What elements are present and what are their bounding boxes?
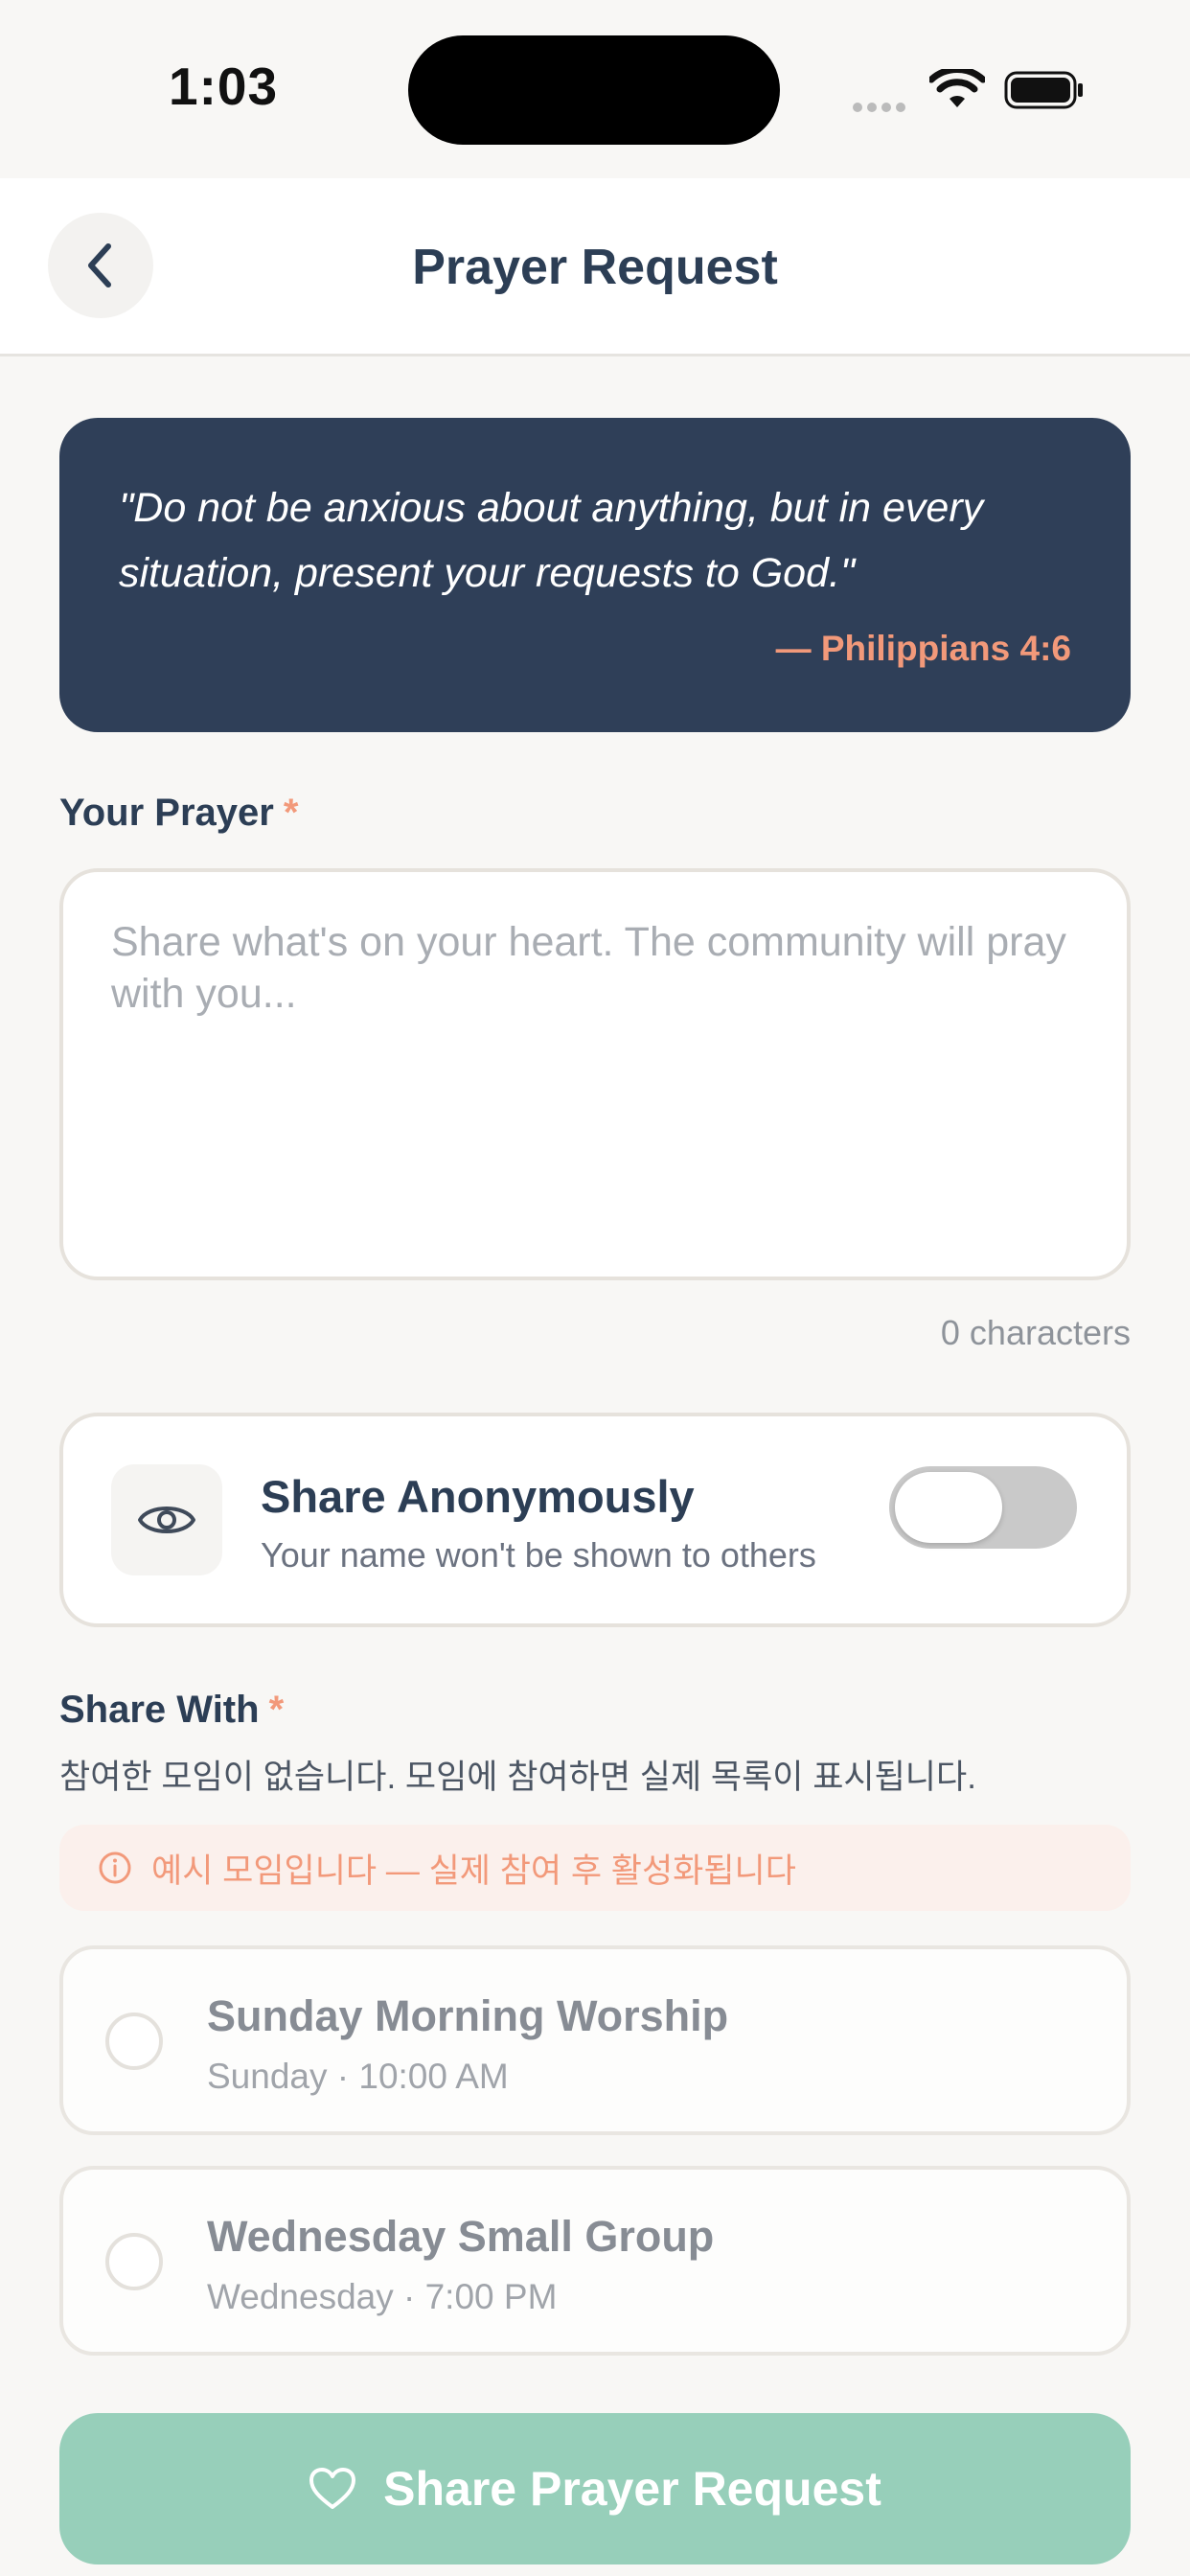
group-schedule: Sunday · 10:00 AM: [207, 2057, 509, 2096]
sample-groups-notice: 예시 모임입니다 — 실제 참여 후 활성화됩니다: [59, 1825, 1131, 1911]
cellular-signal-icon: [853, 100, 912, 112]
verse-card: "Do not be anxious about anything, but i…: [59, 418, 1131, 732]
prayer-textarea[interactable]: [63, 872, 1127, 1276]
verse-reference: — Philippians 4:6: [775, 629, 1071, 668]
wifi-icon: [929, 69, 985, 107]
share-anonymously-card: Share Anonymously Your name won't be sho…: [59, 1413, 1131, 1627]
status-time: 1:03: [169, 57, 279, 116]
nav-header: Prayer Request: [0, 178, 1190, 356]
share-anonymously-subtitle: Your name won't be shown to others: [261, 1535, 816, 1575]
prayer-input-box: [59, 868, 1131, 1280]
share-anonymously-title: Share Anonymously: [261, 1471, 695, 1522]
share-prayer-request-button[interactable]: Share Prayer Request: [59, 2413, 1131, 2564]
status-bar: 1:03: [0, 0, 1190, 178]
chevron-left-icon: [88, 243, 111, 288]
group-schedule: Wednesday · 7:00 PM: [207, 2277, 558, 2316]
required-marker: *: [283, 792, 299, 834]
group-option-wednesday[interactable]: Wednesday Small Group Wednesday · 7:00 P…: [59, 2166, 1131, 2356]
anonymous-toggle[interactable]: [889, 1466, 1077, 1549]
anonymous-icon-box: [111, 1464, 222, 1576]
back-button[interactable]: [48, 213, 153, 318]
group-radio[interactable]: [105, 2233, 163, 2290]
info-icon: [99, 1852, 131, 1884]
required-marker: *: [268, 1689, 285, 1731]
character-count: 0 characters: [940, 1313, 1131, 1352]
group-name: Sunday Morning Worship: [207, 1991, 729, 2040]
submit-label: Share Prayer Request: [383, 2462, 881, 2516]
group-option-sunday[interactable]: Sunday Morning Worship Sunday · 10:00 AM: [59, 1945, 1131, 2135]
share-with-label: Share With *: [59, 1689, 284, 1732]
notice-text: 예시 모임입니다 — 실제 참여 후 활성화됩니다: [151, 1852, 796, 1890]
heart-icon: [309, 2468, 356, 2509]
battery-icon: [1004, 71, 1083, 109]
share-with-hint: 참여한 모임이 없습니다. 모임에 참여하면 실제 목록이 표시됩니다.: [59, 1759, 976, 1796]
dynamic-island: [408, 35, 780, 145]
toggle-knob: [895, 1472, 1002, 1543]
page-title: Prayer Request: [412, 240, 778, 295]
verse-text: "Do not be anxious about anything, but i…: [119, 485, 984, 596]
share-with-label-text: Share With: [59, 1689, 260, 1731]
group-name: Wednesday Small Group: [207, 2212, 715, 2261]
prayer-label-text: Your Prayer: [59, 792, 274, 834]
eye-icon: [138, 1506, 195, 1533]
group-radio[interactable]: [105, 2012, 163, 2070]
prayer-label: Your Prayer *: [59, 792, 298, 835]
